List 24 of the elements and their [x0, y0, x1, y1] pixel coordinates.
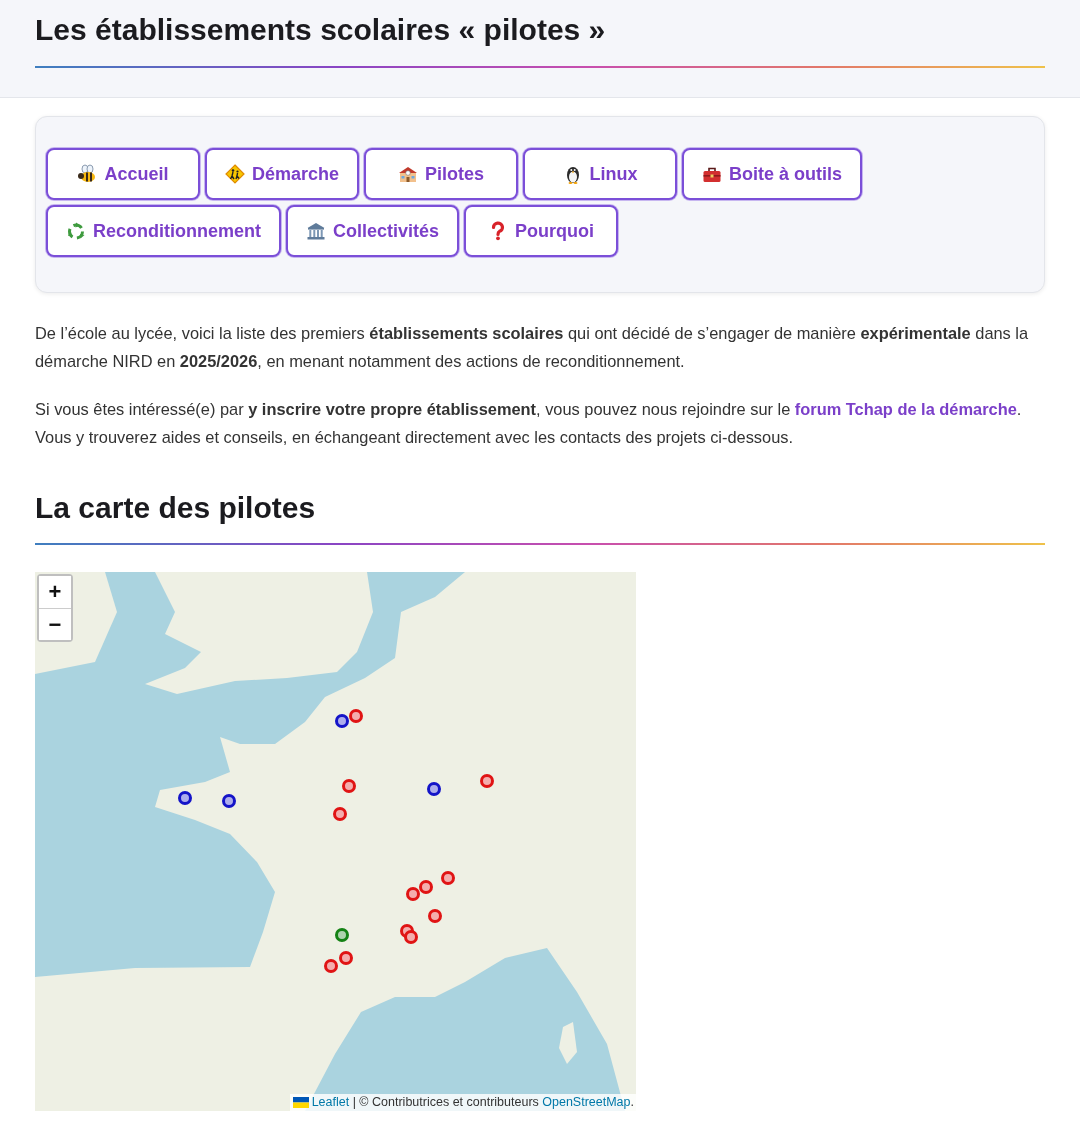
nav-button[interactable]: Collectivités	[286, 205, 460, 257]
openstreetmap-link[interactable]: OpenStreetMap	[542, 1095, 631, 1109]
nav-button[interactable]: Reconditionnement	[46, 205, 281, 257]
attribution-text: Leaflet | © Contributrices et contributeurs OpenStreetMap.	[311, 1094, 634, 1111]
school-icon	[398, 164, 419, 184]
page-title: Les établissements scolaires « pilotes »	[35, 12, 607, 48]
nav-button[interactable]: Pourquoi	[464, 205, 619, 257]
recycle-icon	[66, 221, 86, 241]
nav-button[interactable]: Accueil	[46, 148, 200, 200]
nav-button[interactable]: Démarche	[205, 148, 360, 200]
intro-paragraph: Si vous êtes intéressé(e) par y inscrire votre propre établissement, vous pouvez nous rejoindre sur le forum Tchap de la démarche. Vous y trouverez aides et conseils, en échangeant directement avec les contacts des projets ci-dessous.	[35, 399, 1023, 448]
nav-button[interactable]: Pilotes	[364, 148, 519, 200]
nav-button[interactable]: Boite à outils	[682, 148, 863, 200]
intro-paragraph: De l’école au lycée, voici la liste des premiers établissements scolaires qui ont décidé de s’engager de manière expérimentale dans la démarche NIRD en 2025/2026, en menant notamment des actions de reconditionnement.	[35, 323, 1030, 372]
zoom-out-button[interactable]: −	[39, 608, 71, 640]
children-crossing-icon	[225, 164, 245, 184]
forum-link[interactable]: forum Tchap de la démarche	[794, 400, 1017, 418]
classical-building-icon	[306, 221, 326, 241]
map-marker[interactable]	[419, 880, 433, 894]
leaflet-link[interactable]: Leaflet	[311, 1095, 350, 1109]
nav-button[interactable]: Linux	[523, 148, 678, 200]
flag-icon	[292, 1097, 309, 1108]
bee-icon	[77, 164, 98, 184]
section-heading: La carte des pilotes	[35, 490, 317, 526]
